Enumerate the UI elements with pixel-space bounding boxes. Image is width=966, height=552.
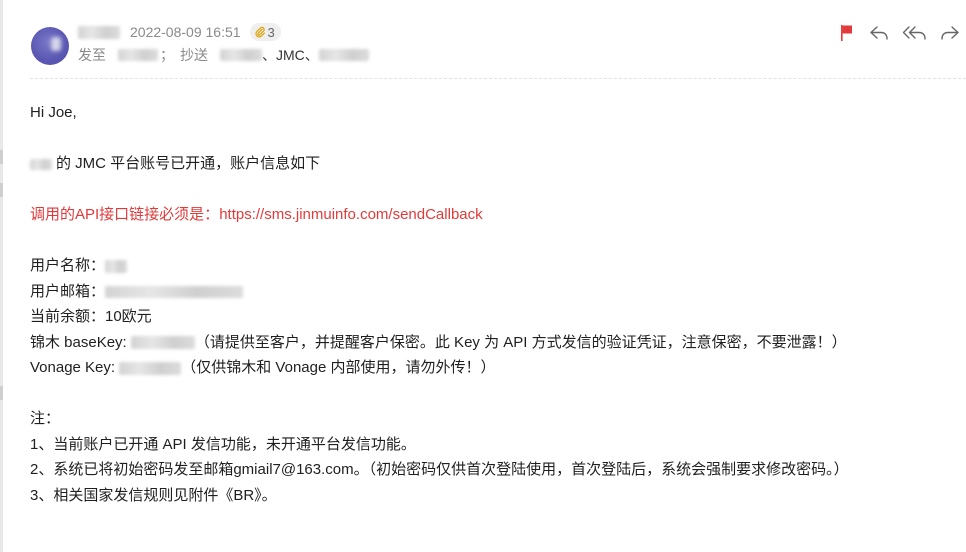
basekey-line: 锦木 baseKey: （请提供至客户，并提醒客户保密。此 Key 为 API … bbox=[30, 330, 849, 356]
header-divider bbox=[30, 78, 966, 79]
forward-icon bbox=[941, 26, 959, 40]
recipient-redacted[interactable] bbox=[118, 49, 158, 61]
basekey-label: 锦木 baseKey: bbox=[30, 333, 131, 351]
account-opened-text: 的 JMC 平台账号已开通，账户信息如下 bbox=[56, 155, 321, 172]
vonage-note: （仅供锦木和 Vonage 内部使用，请勿外传！） bbox=[181, 359, 496, 376]
separator: ； bbox=[160, 47, 174, 63]
message-actions bbox=[836, 22, 966, 44]
cc-punct-1: 、 bbox=[262, 47, 276, 63]
cc-recipient-redacted-1[interactable] bbox=[220, 49, 262, 61]
cc-punct-2: 、 bbox=[304, 47, 319, 63]
username-label: 用户名称： bbox=[30, 257, 106, 274]
email-view: 2022-08-09 16:51 3 发至 ； 抄送 、 JMC 、 Hi Jo… bbox=[0, 0, 966, 552]
avatar[interactable] bbox=[31, 27, 69, 65]
api-notice-line: 调用的API接口链接必须是：https://sms.jinmuinfo.com/… bbox=[30, 202, 849, 228]
basekey-redacted bbox=[130, 336, 195, 350]
timestamp: 2022-08-09 16:51 bbox=[130, 24, 241, 40]
flag-icon bbox=[841, 25, 852, 41]
reply-icon bbox=[870, 26, 888, 40]
cc-recipient-redacted-2[interactable] bbox=[318, 49, 369, 61]
email-line: 用户邮箱： bbox=[30, 279, 849, 305]
basekey-note: （请提供至客户，并提醒客户保密。此 Key 为 API 方式发信的验证凭证，注意… bbox=[194, 333, 847, 351]
window-edge bbox=[0, 0, 3, 552]
vonage-key-redacted bbox=[119, 361, 182, 375]
cc-recipient-jmc[interactable]: JMC bbox=[276, 47, 305, 63]
flag-button[interactable] bbox=[836, 22, 858, 44]
email-redacted bbox=[105, 285, 244, 298]
customer-name-redacted bbox=[30, 158, 52, 170]
note-2: 2、系统已将初始密码发至邮箱gmiail7@163.com。（初始密码仅供首次登… bbox=[30, 461, 849, 478]
notes-title: 注： bbox=[30, 410, 61, 427]
note-3: 3、相关国家发信规则见附件《BR》。 bbox=[30, 486, 277, 504]
to-label: 发至 bbox=[78, 47, 106, 63]
username-redacted bbox=[105, 259, 128, 273]
email-label: 用户邮箱： bbox=[30, 282, 106, 300]
sender-name-redacted[interactable] bbox=[78, 25, 120, 39]
reply-all-button[interactable] bbox=[902, 22, 928, 44]
vonage-line: Vonage Key: （仅供锦木和 Vonage 内部使用，请勿外传！） bbox=[30, 355, 849, 381]
vonage-label: Vonage Key: bbox=[30, 359, 120, 376]
recipients-row: 发至 ； 抄送 、 JMC 、 bbox=[78, 45, 369, 65]
reply-button[interactable] bbox=[868, 22, 890, 44]
note-1: 1、当前账户已开通 API 发信功能，未开通平台发信功能。 bbox=[30, 435, 416, 453]
api-notice-label: 调用的API接口链接必须是： bbox=[30, 206, 220, 223]
balance-line: 当前余额：10欧元 bbox=[30, 308, 152, 325]
api-url-link[interactable]: https://sms.jinmuinfo.com/sendCallback bbox=[219, 206, 482, 223]
email-meta-row: 2022-08-09 16:51 3 bbox=[78, 22, 281, 42]
attachment-badge[interactable]: 3 bbox=[249, 23, 281, 41]
username-line: 用户名称： bbox=[30, 253, 849, 279]
cc-label: 抄送 bbox=[180, 47, 208, 63]
reply-all-icon bbox=[902, 26, 926, 40]
email-body: Hi Joe, 的 JMC 平台账号已开通，账户信息如下 调用的API接口链接必… bbox=[30, 100, 849, 508]
paperclip-icon bbox=[254, 26, 265, 38]
forward-button[interactable] bbox=[939, 22, 961, 44]
greeting: Hi Joe, bbox=[30, 104, 77, 121]
account-opened-line: 的 JMC 平台账号已开通，账户信息如下 bbox=[30, 151, 849, 177]
attachment-count: 3 bbox=[267, 24, 275, 40]
